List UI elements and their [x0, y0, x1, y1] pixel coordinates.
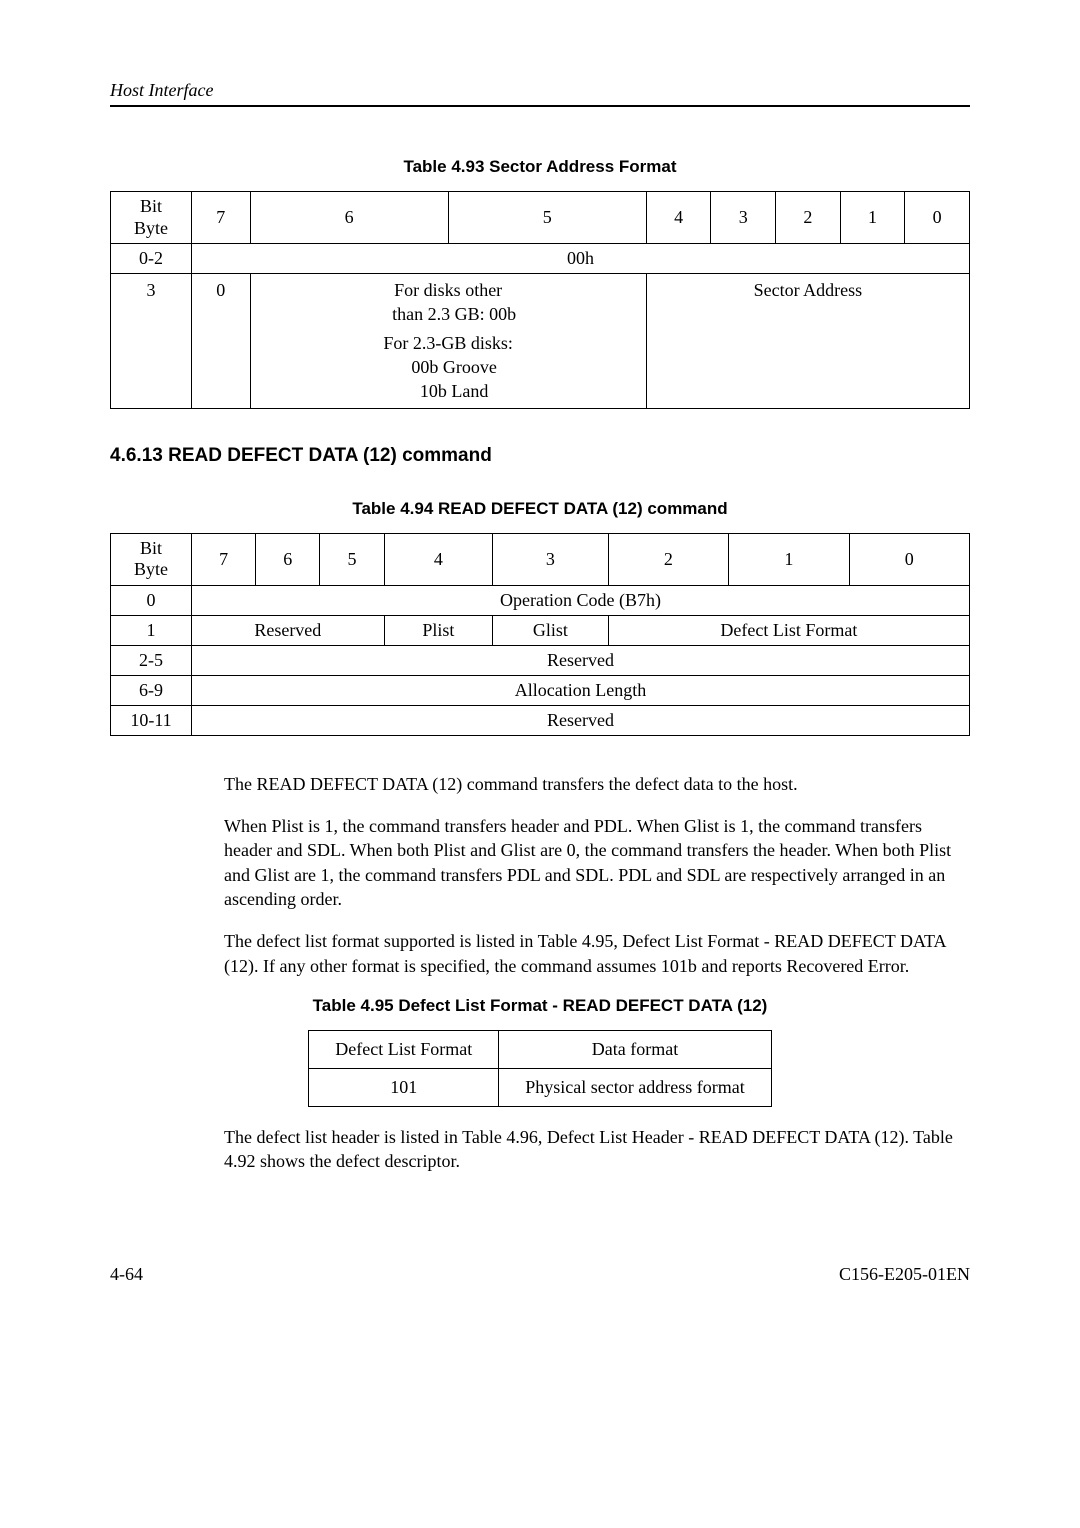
col-2: 2	[776, 192, 841, 244]
byte-10-11: 10-11	[111, 705, 192, 735]
note-line: 00b Groove	[257, 355, 640, 379]
glist: Glist	[493, 615, 609, 645]
table-row: 2-5 Reserved	[111, 645, 970, 675]
col-1: 1	[840, 192, 905, 244]
bit7-zero: 0	[192, 274, 251, 408]
disk-notes: For disks other than 2.3 GB: 00b For 2.3…	[250, 274, 646, 408]
table-row: 0-2 00h	[111, 244, 970, 274]
col-6: 6	[256, 533, 320, 585]
table-row: 1 Reserved Plist Glist Defect List Forma…	[111, 615, 970, 645]
col-0: 0	[905, 192, 970, 244]
note-line: than 2.3 GB: 00b	[257, 302, 640, 326]
byte-range-0-2: 0-2	[111, 244, 192, 274]
plist: Plist	[384, 615, 492, 645]
note-line: For 2.3-GB disks:	[257, 331, 640, 355]
table-row: 101 Physical sector address format	[309, 1068, 771, 1106]
page-number: 4-64	[110, 1264, 143, 1285]
col-1: 1	[729, 533, 849, 585]
table-row: 10-11 Reserved	[111, 705, 970, 735]
section-heading-4-6-13: 4.6.13 READ DEFECT DATA (12) command	[110, 445, 970, 467]
col-7: 7	[192, 192, 251, 244]
table-row: 0 Operation Code (B7h)	[111, 585, 970, 615]
bit-label: Bit	[117, 538, 185, 560]
paragraph: When Plist is 1, the command transfers h…	[224, 814, 970, 911]
byte-1: 1	[111, 615, 192, 645]
reserved: Reserved	[192, 645, 970, 675]
table-row: Defect List Format Data format	[309, 1030, 771, 1068]
doc-id: C156-E205-01EN	[839, 1264, 970, 1285]
page-footer: 4-64 C156-E205-01EN	[110, 1264, 970, 1285]
operation-code: Operation Code (B7h)	[192, 585, 970, 615]
col-0: 0	[849, 533, 969, 585]
reserved: Reserved	[192, 615, 385, 645]
table-row: 6-9 Allocation Length	[111, 675, 970, 705]
byte-6-9: 6-9	[111, 675, 192, 705]
paragraph: The defect list format supported is list…	[224, 929, 970, 978]
byte-label: Byte	[117, 218, 185, 240]
table-94: Bit Byte 7 6 5 4 3 2 1 0 0 Operation Cod…	[110, 533, 970, 736]
header-data-format: Data format	[499, 1030, 771, 1068]
table-93-caption: Table 4.93 Sector Address Format	[110, 157, 970, 177]
sector-address: Sector Address	[646, 274, 969, 408]
note-line: 10b Land	[257, 379, 640, 403]
header-defect-list-format: Defect List Format	[309, 1030, 499, 1068]
byte-2-5: 2-5	[111, 645, 192, 675]
col-5: 5	[320, 533, 384, 585]
table-94-caption: Table 4.94 READ DEFECT DATA (12) command	[110, 499, 970, 519]
byte-3: 3	[111, 274, 192, 408]
value-00h: 00h	[192, 244, 970, 274]
col-4: 4	[646, 192, 711, 244]
col-7: 7	[192, 533, 256, 585]
table-93: Bit Byte 7 6 5 4 3 2 1 0 0-2 00h 3 0 For…	[110, 191, 970, 409]
table-95: Defect List Format Data format 101 Physi…	[308, 1030, 771, 1107]
allocation-length: Allocation Length	[192, 675, 970, 705]
col-6: 6	[250, 192, 448, 244]
defect-list-format: Defect List Format	[608, 615, 969, 645]
table-95-caption: Table 4.95 Defect List Format - READ DEF…	[110, 996, 970, 1016]
byte-label: Byte	[117, 559, 185, 581]
reserved: Reserved	[192, 705, 970, 735]
paragraph: The defect list header is listed in Tabl…	[224, 1125, 970, 1174]
table-row: Bit Byte 7 6 5 4 3 2 1 0	[111, 533, 970, 585]
col-3: 3	[711, 192, 776, 244]
table-row: Bit Byte 7 6 5 4 3 2 1 0	[111, 192, 970, 244]
value-101: 101	[309, 1068, 499, 1106]
running-header: Host Interface	[110, 80, 970, 101]
header-rule	[110, 105, 970, 107]
col-3: 3	[493, 533, 609, 585]
table-row: 3 0 For disks other than 2.3 GB: 00b For…	[111, 274, 970, 408]
bit-label: Bit	[117, 196, 185, 218]
byte-0: 0	[111, 585, 192, 615]
col-4: 4	[384, 533, 492, 585]
note-line: For disks other	[257, 278, 640, 302]
col-2: 2	[608, 533, 728, 585]
value-physical-sector: Physical sector address format	[499, 1068, 771, 1106]
paragraph: The READ DEFECT DATA (12) command transf…	[224, 772, 970, 796]
col-5: 5	[448, 192, 646, 244]
